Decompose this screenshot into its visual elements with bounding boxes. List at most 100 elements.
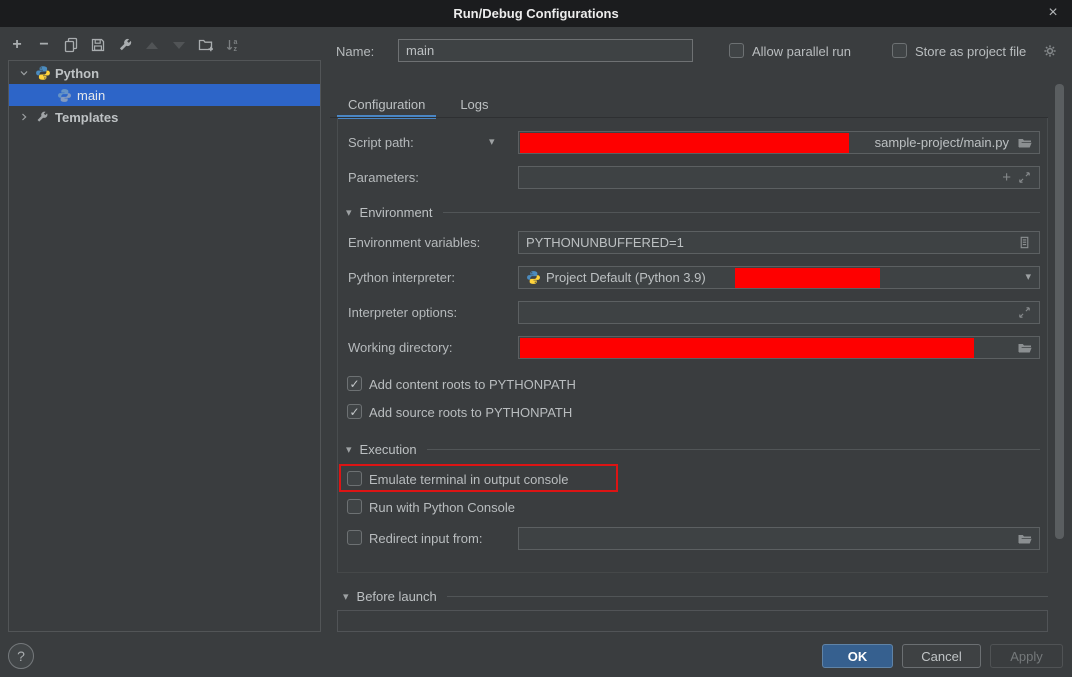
chevron-right-icon[interactable] — [17, 111, 31, 123]
emulate-terminal-label: Emulate terminal in output console — [369, 472, 568, 487]
interpreter-options-label: Interpreter options: — [348, 305, 457, 321]
help-button[interactable]: ? — [8, 643, 34, 669]
move-down-icon[interactable] — [170, 35, 188, 55]
redirect-input-label: Redirect input from: — [369, 531, 482, 546]
execution-section-label: Execution — [360, 442, 417, 457]
python-interpreter-select[interactable]: Project Default (Python 3.9) ▾ — [518, 266, 1040, 289]
cancel-button-label: Cancel — [921, 649, 961, 664]
tab-configuration-label: Configuration — [348, 97, 425, 112]
dropdown-caret-icon[interactable]: ▾ — [1025, 270, 1031, 283]
remove-configuration-icon[interactable]: − — [35, 35, 53, 55]
gear-icon[interactable] — [1042, 43, 1058, 59]
dialog-title: Run/Debug Configurations — [453, 6, 618, 21]
python-icon — [35, 65, 52, 81]
wrench-icon — [35, 109, 52, 125]
expand-field-icon[interactable] — [1017, 170, 1033, 186]
tree-item-templates[interactable]: Templates — [9, 106, 320, 128]
interpreter-options-input[interactable] — [518, 301, 1040, 324]
script-path-value: sample-project/main.py — [875, 135, 1009, 150]
script-path-type-caret-icon[interactable]: ▾ — [489, 135, 495, 148]
ok-button-label: OK — [848, 649, 868, 664]
vertical-scrollbar-thumb[interactable] — [1055, 84, 1064, 539]
environment-section-label: Environment — [360, 205, 433, 220]
sort-configurations-icon[interactable]: az — [224, 35, 242, 55]
collapse-caret-icon[interactable]: ▾ — [346, 206, 352, 219]
add-macro-icon[interactable]: + — [1002, 169, 1011, 186]
environment-section-header[interactable]: ▾ Environment — [346, 203, 1040, 221]
run-python-console-checkbox[interactable] — [347, 499, 362, 514]
script-path-input[interactable]: sample-project/main.py — [518, 131, 1040, 154]
collapse-caret-icon[interactable]: ▾ — [346, 443, 352, 456]
run-debug-configurations-dialog: Run/Debug Configurations × + − az — [0, 0, 1072, 677]
tree-item-python[interactable]: Python — [9, 62, 320, 84]
parameters-input[interactable]: + — [518, 166, 1040, 189]
add-configuration-icon[interactable]: + — [8, 35, 26, 55]
before-launch-section-header[interactable]: ▾ Before launch — [343, 587, 1048, 605]
save-configuration-icon[interactable] — [89, 35, 107, 55]
open-folder-icon[interactable] — [1017, 135, 1033, 151]
run-python-console-label: Run with Python Console — [369, 500, 515, 515]
new-folder-icon[interactable] — [197, 35, 215, 55]
parameters-label: Parameters: — [348, 170, 419, 186]
python-interpreter-label: Python interpreter: — [348, 270, 455, 286]
store-as-project-file-label: Store as project file — [915, 44, 1026, 59]
python-interpreter-value: Project Default (Python 3.9) — [546, 270, 706, 285]
python-icon — [57, 87, 74, 103]
script-path-label: Script path: — [348, 135, 414, 151]
section-divider — [447, 596, 1048, 597]
edit-templates-icon[interactable] — [116, 35, 134, 55]
tree-item-templates-label: Templates — [55, 110, 118, 125]
tab-logs-label: Logs — [460, 97, 488, 112]
close-icon[interactable]: × — [1043, 3, 1063, 23]
before-launch-task-list[interactable] — [337, 610, 1048, 632]
configurations-tree-panel: Python main Templates — [8, 60, 321, 632]
collapse-caret-icon[interactable]: ▾ — [343, 590, 349, 603]
check-icon: ✓ — [349, 378, 359, 390]
add-source-roots-checkbox[interactable]: ✓ — [347, 404, 362, 419]
tree-item-python-label: Python — [55, 66, 99, 81]
open-folder-icon[interactable] — [1017, 340, 1033, 356]
redaction-block — [520, 133, 849, 153]
execution-section-header[interactable]: ▾ Execution — [346, 440, 1040, 458]
emulate-terminal-checkbox[interactable] — [347, 471, 362, 486]
section-divider — [427, 449, 1040, 450]
help-icon: ? — [17, 648, 25, 664]
expand-field-icon[interactable] — [1017, 305, 1033, 321]
tree-item-main[interactable]: main — [9, 84, 320, 106]
ok-button[interactable]: OK — [822, 644, 893, 668]
tab-configuration[interactable]: Configuration — [337, 91, 436, 118]
section-divider — [443, 212, 1040, 213]
working-directory-input[interactable] — [518, 336, 1040, 359]
redaction-block — [735, 268, 880, 288]
chevron-down-icon[interactable] — [17, 67, 31, 79]
name-value: main — [406, 43, 434, 58]
name-input[interactable]: main — [398, 39, 693, 62]
apply-button[interactable]: Apply — [990, 644, 1063, 668]
environment-variables-label: Environment variables: — [348, 235, 480, 251]
apply-button-label: Apply — [1010, 649, 1043, 664]
before-launch-section-label: Before launch — [357, 589, 437, 604]
svg-text:z: z — [234, 46, 238, 53]
environment-variables-value: PYTHONUNBUFFERED=1 — [526, 235, 684, 250]
check-icon: ✓ — [349, 406, 359, 418]
cancel-button[interactable]: Cancel — [902, 644, 981, 668]
move-up-icon[interactable] — [143, 35, 161, 55]
store-as-project-file-checkbox[interactable] — [892, 43, 907, 58]
tab-logs[interactable]: Logs — [449, 91, 499, 118]
add-content-roots-label: Add content roots to PYTHONPATH — [369, 377, 576, 392]
title-bar: Run/Debug Configurations × — [0, 0, 1072, 27]
open-folder-icon[interactable] — [1017, 531, 1033, 547]
redaction-block — [520, 338, 974, 358]
tree-item-main-label: main — [77, 88, 105, 103]
redirect-input-field[interactable] — [518, 527, 1040, 550]
environment-variables-input[interactable]: PYTHONUNBUFFERED=1 — [518, 231, 1040, 254]
copy-configuration-icon[interactable] — [62, 35, 80, 55]
add-content-roots-checkbox[interactable]: ✓ — [347, 376, 362, 391]
config-tabs: Configuration Logs — [337, 91, 500, 118]
working-directory-label: Working directory: — [348, 340, 453, 356]
python-icon — [526, 270, 543, 286]
svg-text:a: a — [234, 39, 238, 46]
redirect-input-checkbox[interactable] — [347, 530, 362, 545]
edit-variables-icon[interactable] — [1017, 235, 1033, 251]
allow-parallel-run-checkbox[interactable] — [729, 43, 744, 58]
